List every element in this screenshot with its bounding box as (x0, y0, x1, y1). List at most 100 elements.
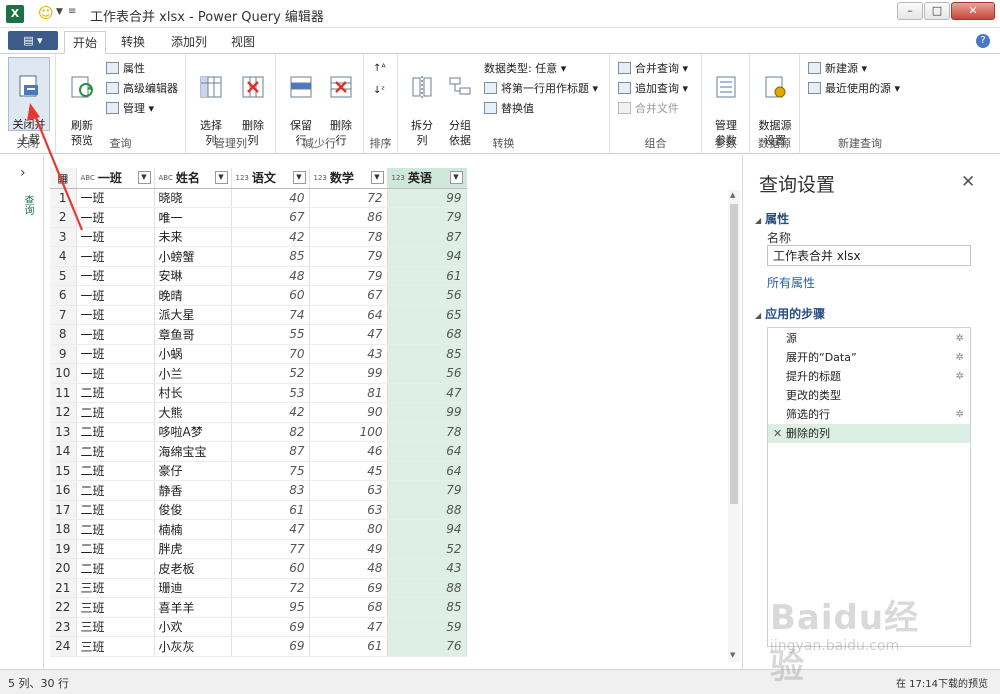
table-cell-number[interactable]: 48 (309, 558, 388, 579)
table-cell-number[interactable]: 94 (387, 246, 467, 267)
tab-transform[interactable]: 转换 (112, 31, 154, 54)
append-queries-button[interactable]: 追加查询 ▾ (618, 80, 688, 97)
table-row[interactable]: 4 一班 小螃蟹 85 79 94 (50, 246, 467, 267)
table-cell-number[interactable]: 82 (231, 422, 310, 442)
table-row[interactable]: 11 二班 村长 53 81 47 (50, 383, 467, 403)
table-cell-number[interactable]: 85 (231, 246, 310, 267)
table-cell[interactable]: 楠楠 (154, 519, 232, 540)
table-cell[interactable]: 珊迪 (154, 578, 232, 598)
table-cell-number[interactable]: 72 (231, 578, 310, 598)
table-row[interactable]: 9 一班 小蜗 70 43 85 (50, 344, 467, 364)
table-cell-number[interactable]: 63 (309, 480, 388, 501)
table-cell-number[interactable]: 59 (387, 617, 467, 637)
table-cell-number[interactable]: 47 (231, 519, 310, 540)
table-cell[interactable]: 豪仔 (154, 461, 232, 481)
table-cell[interactable]: 二班 (76, 461, 155, 481)
table-cell[interactable]: 一班 (76, 285, 155, 306)
manage-button[interactable]: 管理 ▾ (106, 100, 154, 117)
table-cell[interactable]: 静香 (154, 480, 232, 501)
table-cell-number[interactable]: 52 (387, 539, 467, 559)
table-cell-number[interactable]: 64 (309, 305, 388, 325)
table-cell-number[interactable]: 63 (309, 500, 388, 520)
step-settings-gear-icon[interactable]: ✲ (956, 348, 964, 367)
table-cell-number[interactable]: 69 (231, 617, 310, 637)
data-type-dropdown[interactable]: 数据类型: 任意 ▾ (484, 60, 566, 77)
table-cell[interactable]: 晚晴 (154, 285, 232, 306)
filter-dropdown-icon[interactable]: ▼ (370, 171, 384, 184)
table-cell-number[interactable]: 88 (387, 500, 467, 520)
combine-files-button[interactable]: 合并文件 (618, 100, 679, 117)
table-cell-number[interactable]: 78 (387, 422, 467, 442)
table-cell-number[interactable]: 42 (231, 227, 310, 247)
table-cell[interactable]: 三班 (76, 617, 155, 637)
column-header-name[interactable]: ABC 姓名 ▼ (154, 168, 232, 189)
table-cell-number[interactable]: 79 (309, 246, 388, 267)
table-cell-number[interactable]: 60 (231, 285, 310, 306)
table-cell[interactable]: 皮老板 (154, 558, 232, 579)
table-row[interactable]: 22 三班 喜羊羊 95 68 85 (50, 597, 467, 618)
table-row[interactable]: 21 三班 珊迪 72 69 88 (50, 578, 467, 598)
table-cell[interactable]: 二班 (76, 422, 155, 442)
table-cell[interactable]: 大熊 (154, 402, 232, 423)
table-cell[interactable]: 小蜗 (154, 344, 232, 364)
table-cell-number[interactable]: 67 (309, 285, 388, 306)
table-cell-number[interactable]: 56 (387, 285, 467, 306)
table-cell[interactable]: 一班 (76, 227, 155, 247)
table-cell-number[interactable]: 88 (387, 578, 467, 598)
table-cell-number[interactable]: 42 (231, 402, 310, 423)
table-cell[interactable]: 二班 (76, 558, 155, 579)
filter-dropdown-icon[interactable]: ▼ (214, 171, 228, 184)
table-row[interactable]: 6 一班 晚晴 60 67 56 (50, 285, 467, 306)
table-row[interactable]: 17 二班 俊俊 61 63 88 (50, 500, 467, 520)
table-cell[interactable]: 俊俊 (154, 500, 232, 520)
table-cell-number[interactable]: 60 (231, 558, 310, 579)
table-cell-number[interactable]: 99 (309, 363, 388, 384)
table-row[interactable]: 2 一班 唯一 67 86 79 (50, 207, 467, 228)
table-cell-number[interactable]: 47 (309, 617, 388, 637)
table-cell-number[interactable]: 83 (231, 480, 310, 501)
table-row[interactable]: 20 二班 皮老板 60 48 43 (50, 558, 467, 579)
table-cell-number[interactable]: 79 (309, 266, 388, 286)
table-row[interactable]: 18 二班 楠楠 47 80 94 (50, 519, 467, 540)
table-cell-number[interactable]: 68 (387, 324, 467, 345)
table-cell-number[interactable]: 81 (309, 383, 388, 403)
table-cell-number[interactable]: 61 (309, 636, 388, 657)
table-row[interactable]: 3 一班 未来 42 78 87 (50, 227, 467, 247)
table-row[interactable]: 19 二班 胖虎 77 49 52 (50, 539, 467, 559)
table-cell[interactable]: 小欢 (154, 617, 232, 637)
table-cell[interactable]: 二班 (76, 402, 155, 423)
smiley-feedback-icon[interactable]: ☺ (38, 4, 54, 22)
table-cell-number[interactable]: 47 (309, 324, 388, 345)
tab-home[interactable]: 开始 (64, 31, 106, 54)
close-settings-icon[interactable]: ✕ (961, 172, 975, 192)
table-cell[interactable]: 一班 (76, 266, 155, 286)
table-cell-number[interactable]: 87 (231, 441, 310, 462)
table-cell-number[interactable]: 87 (387, 227, 467, 247)
table-cell-number[interactable]: 99 (387, 402, 467, 423)
table-cell[interactable]: 三班 (76, 597, 155, 618)
table-row[interactable]: 15 二班 豪仔 75 45 64 (50, 461, 467, 481)
sort-descending-button[interactable]: ↓ᶻ (373, 82, 385, 99)
table-cell[interactable]: 海绵宝宝 (154, 441, 232, 462)
step-settings-gear-icon[interactable]: ✲ (956, 405, 964, 424)
table-cell-number[interactable]: 61 (387, 266, 467, 286)
table-cell-number[interactable]: 65 (387, 305, 467, 325)
column-header-english[interactable]: 123 英语 ▼ (387, 168, 467, 189)
table-cell[interactable]: 二班 (76, 441, 155, 462)
table-cell[interactable]: 一班 (76, 363, 155, 384)
close-window-button[interactable]: ✕ (951, 2, 995, 20)
table-cell[interactable]: 一班 (76, 305, 155, 325)
table-cell[interactable]: 二班 (76, 480, 155, 501)
scroll-down-icon[interactable]: ▼ (730, 651, 735, 659)
table-cell-number[interactable]: 45 (309, 461, 388, 481)
table-cell-number[interactable]: 72 (309, 188, 388, 208)
qat-dropdown-icon[interactable]: ▼ (56, 7, 63, 17)
applied-step[interactable]: 更改的类型 (768, 386, 970, 405)
table-cell-number[interactable]: 49 (309, 539, 388, 559)
advanced-editor-button[interactable]: 高级编辑器 (106, 80, 178, 97)
table-cell-number[interactable]: 64 (387, 441, 467, 462)
merge-queries-button[interactable]: 合并查询 ▾ (618, 60, 688, 77)
help-icon[interactable]: ? (976, 34, 990, 48)
table-cell-number[interactable]: 47 (387, 383, 467, 403)
properties-button[interactable]: 属性 (106, 60, 145, 77)
